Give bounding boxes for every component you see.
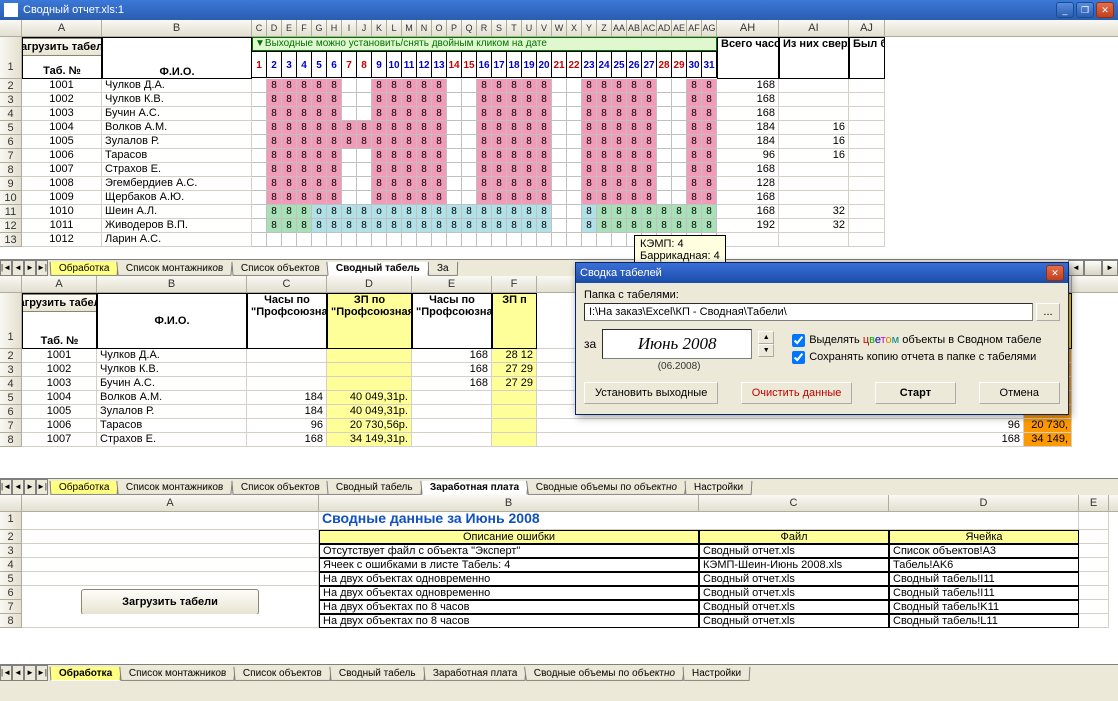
tab-nav-next[interactable]: ► [24,665,36,681]
sheet-tab[interactable]: Список монтажников [119,667,236,681]
sheet-tab[interactable]: Сводные объемы по объектно [526,481,687,495]
dialog-summary: Сводка табелей ✕ Папка с табелями: ... з… [575,262,1069,415]
pane-timesheet: ABCDEFGHIJKLMNOPQRSTUVWXYZAAABACADAEAFAG… [0,20,1118,276]
browse-button[interactable]: ... [1036,303,1060,321]
tab-nav-last[interactable]: ►| [36,665,48,681]
folder-input[interactable] [584,303,1033,321]
pane-errors: A B C D E 1Сводные данные за Июнь 20082О… [0,495,1118,681]
tab-nav-next[interactable]: ► [24,260,36,276]
month-display: Июнь 2008 [602,329,752,359]
month-down[interactable]: ▼ [758,344,774,357]
tab-nav-first[interactable]: |◄ [0,260,12,276]
scroll-thumb[interactable] [1084,260,1102,276]
sheet-tab[interactable]: Обработка [50,262,119,276]
cell-tooltip: КЭМП: 4 Баррикадная: 4 [634,235,726,265]
scroll-right[interactable]: ► [1102,260,1118,276]
sheet-tab[interactable]: Сводные объемы по объектно [524,667,685,681]
btn-start[interactable]: Старт [875,382,956,404]
folder-label: Папка с табелями: [584,289,1060,301]
tabstrip-2: |◄ ◄ ► ►| ОбработкаСписок монтажниковСпи… [0,478,1118,495]
dialog-close-button[interactable]: ✕ [1046,265,1064,281]
chk-highlight[interactable] [792,334,805,347]
sheet-tab[interactable]: Сводный табель [329,667,425,681]
close-button[interactable]: ✕ [1096,2,1114,18]
za-label: за [584,337,596,351]
btn-cancel[interactable]: Отмена [979,382,1060,404]
sheet-tab[interactable]: Список объектов [231,262,329,276]
window-title: Сводный отчет.xls:1 [23,4,124,16]
tab-nav-prev[interactable]: ◄ [12,260,24,276]
main-titlebar: Сводный отчет.xls:1 _ ❐ ✕ [0,0,1118,20]
sheet-tab[interactable]: Настройки [682,667,750,681]
tab-nav-prev[interactable]: ◄ [12,665,24,681]
sheet-tab[interactable]: Сводный табель [327,262,430,276]
load-button-1[interactable]: Загрузить табели [22,38,102,56]
sheet-tab[interactable]: Список объектов [234,667,332,681]
sheet-tab[interactable]: Заработная плата [420,481,528,495]
btn-set-weekends[interactable]: Установить выходные [584,382,718,404]
maximize-button[interactable]: ❐ [1076,2,1094,18]
sheet-tab[interactable]: Список объектов [231,481,329,495]
tab-nav-last[interactable]: ►| [36,479,48,495]
tabstrip-3: |◄ ◄ ► ►| ОбработкаСписок монтажниковСпи… [0,664,1118,681]
sheet-tab[interactable]: Список монтажников [117,262,234,276]
tab-nav-first[interactable]: |◄ [0,665,12,681]
month-num: (06.2008) [658,361,701,372]
load-button-3[interactable]: Загрузить табели [81,589,259,615]
tab-nav-first[interactable]: |◄ [0,479,12,495]
sheet-tab[interactable]: Настройки [684,481,752,495]
scroll-left[interactable]: ◄ [1068,260,1084,276]
dialog-title: Сводка табелей [580,267,662,279]
app-icon [4,3,18,17]
sheet-tab[interactable]: Заработная плата [423,667,527,681]
btn-clear-data[interactable]: Очистить данные [741,382,853,404]
sheet-tab[interactable]: За [428,262,458,276]
tab-nav-prev[interactable]: ◄ [12,479,24,495]
sheet-tab[interactable]: Обработка [50,667,122,681]
sheet-tab[interactable]: Обработка [50,481,119,495]
minimize-button[interactable]: _ [1056,2,1074,18]
sheet-tab[interactable]: Сводный табель [327,481,423,495]
month-up[interactable]: ▲ [758,331,774,344]
sheet-tab[interactable]: Список монтажников [117,481,234,495]
tab-nav-last[interactable]: ►| [36,260,48,276]
chk-savecopy[interactable] [792,351,805,364]
load-button-2[interactable]: Загрузить табели [22,294,97,312]
tab-nav-next[interactable]: ► [24,479,36,495]
